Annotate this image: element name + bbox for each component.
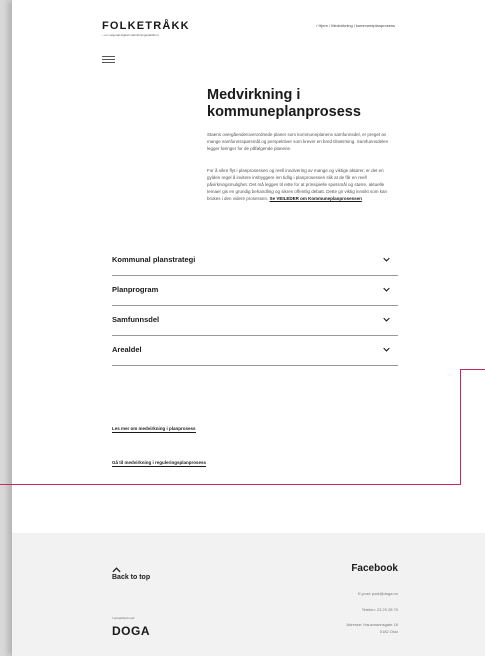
- hamburger-menu-icon[interactable]: [102, 56, 115, 63]
- footer-address: Adresse: Hausmannsgate 16: [346, 622, 398, 627]
- body-paragraph: For å sikre flyt i planprosessen og reel…: [207, 168, 395, 203]
- chevron-down-icon: [383, 287, 390, 292]
- partner-label: I samarbeid med: [112, 616, 135, 620]
- back-to-top-button[interactable]: Back to top: [112, 574, 150, 581]
- chevron-down-icon: [383, 257, 390, 262]
- chevron-down-icon: [383, 317, 390, 322]
- accordion-item-arealdel[interactable]: Arealdel: [112, 336, 398, 366]
- footer: [12, 533, 485, 656]
- accent-line: [0, 484, 461, 485]
- intro-paragraph: Staens overgående/overordnede planer som…: [207, 132, 389, 151]
- accordion-label: Samfunnsdel: [112, 315, 160, 324]
- footer-phone: Telefon: 23 29 28 70: [361, 607, 398, 612]
- site-logo[interactable]: FOLKETRÅKK: [102, 20, 190, 32]
- goto-regulation-link[interactable]: Gå til medvirkning i reguleringsplanpros…: [112, 460, 207, 467]
- facebook-link[interactable]: Facebook: [351, 563, 398, 574]
- footer-postcode: 0182 Oslo: [379, 629, 398, 634]
- chevron-up-icon[interactable]: [112, 567, 121, 573]
- accent-line: [460, 369, 485, 370]
- accordion-item-samfunnsdel[interactable]: Samfunnsdel: [112, 306, 398, 336]
- doga-logo[interactable]: DOGA: [112, 624, 150, 638]
- chevron-down-icon: [383, 347, 390, 352]
- accordion-label: Arealdel: [112, 345, 142, 354]
- page-title: Medvirkning i kommuneplanprosess: [207, 87, 361, 120]
- accordion-item-planprogram[interactable]: Planprogram: [112, 276, 398, 306]
- accent-line: [460, 369, 461, 485]
- breadcrumb[interactable]: / Hjem / Medvirkning i kommuneplanproses…: [316, 23, 395, 28]
- footer-email[interactable]: E-post: post@doga.no: [358, 591, 398, 596]
- accordion-label: Kommunal planstrategi: [112, 255, 196, 264]
- guide-link[interactable]: Se VEILEDER om Kommuneplanprosessen: [270, 196, 362, 201]
- site-tagline: – en nasjonal digital medvirkningsplattf…: [102, 33, 159, 37]
- read-more-link[interactable]: Les mer om medvirkning i planprosess: [112, 426, 196, 433]
- accordion-item-kommunal-planstrategi[interactable]: Kommunal planstrategi: [112, 246, 398, 276]
- accordion-label: Planprogram: [112, 285, 159, 294]
- accordion: Kommunal planstrategi Planprogram Samfun…: [112, 246, 398, 366]
